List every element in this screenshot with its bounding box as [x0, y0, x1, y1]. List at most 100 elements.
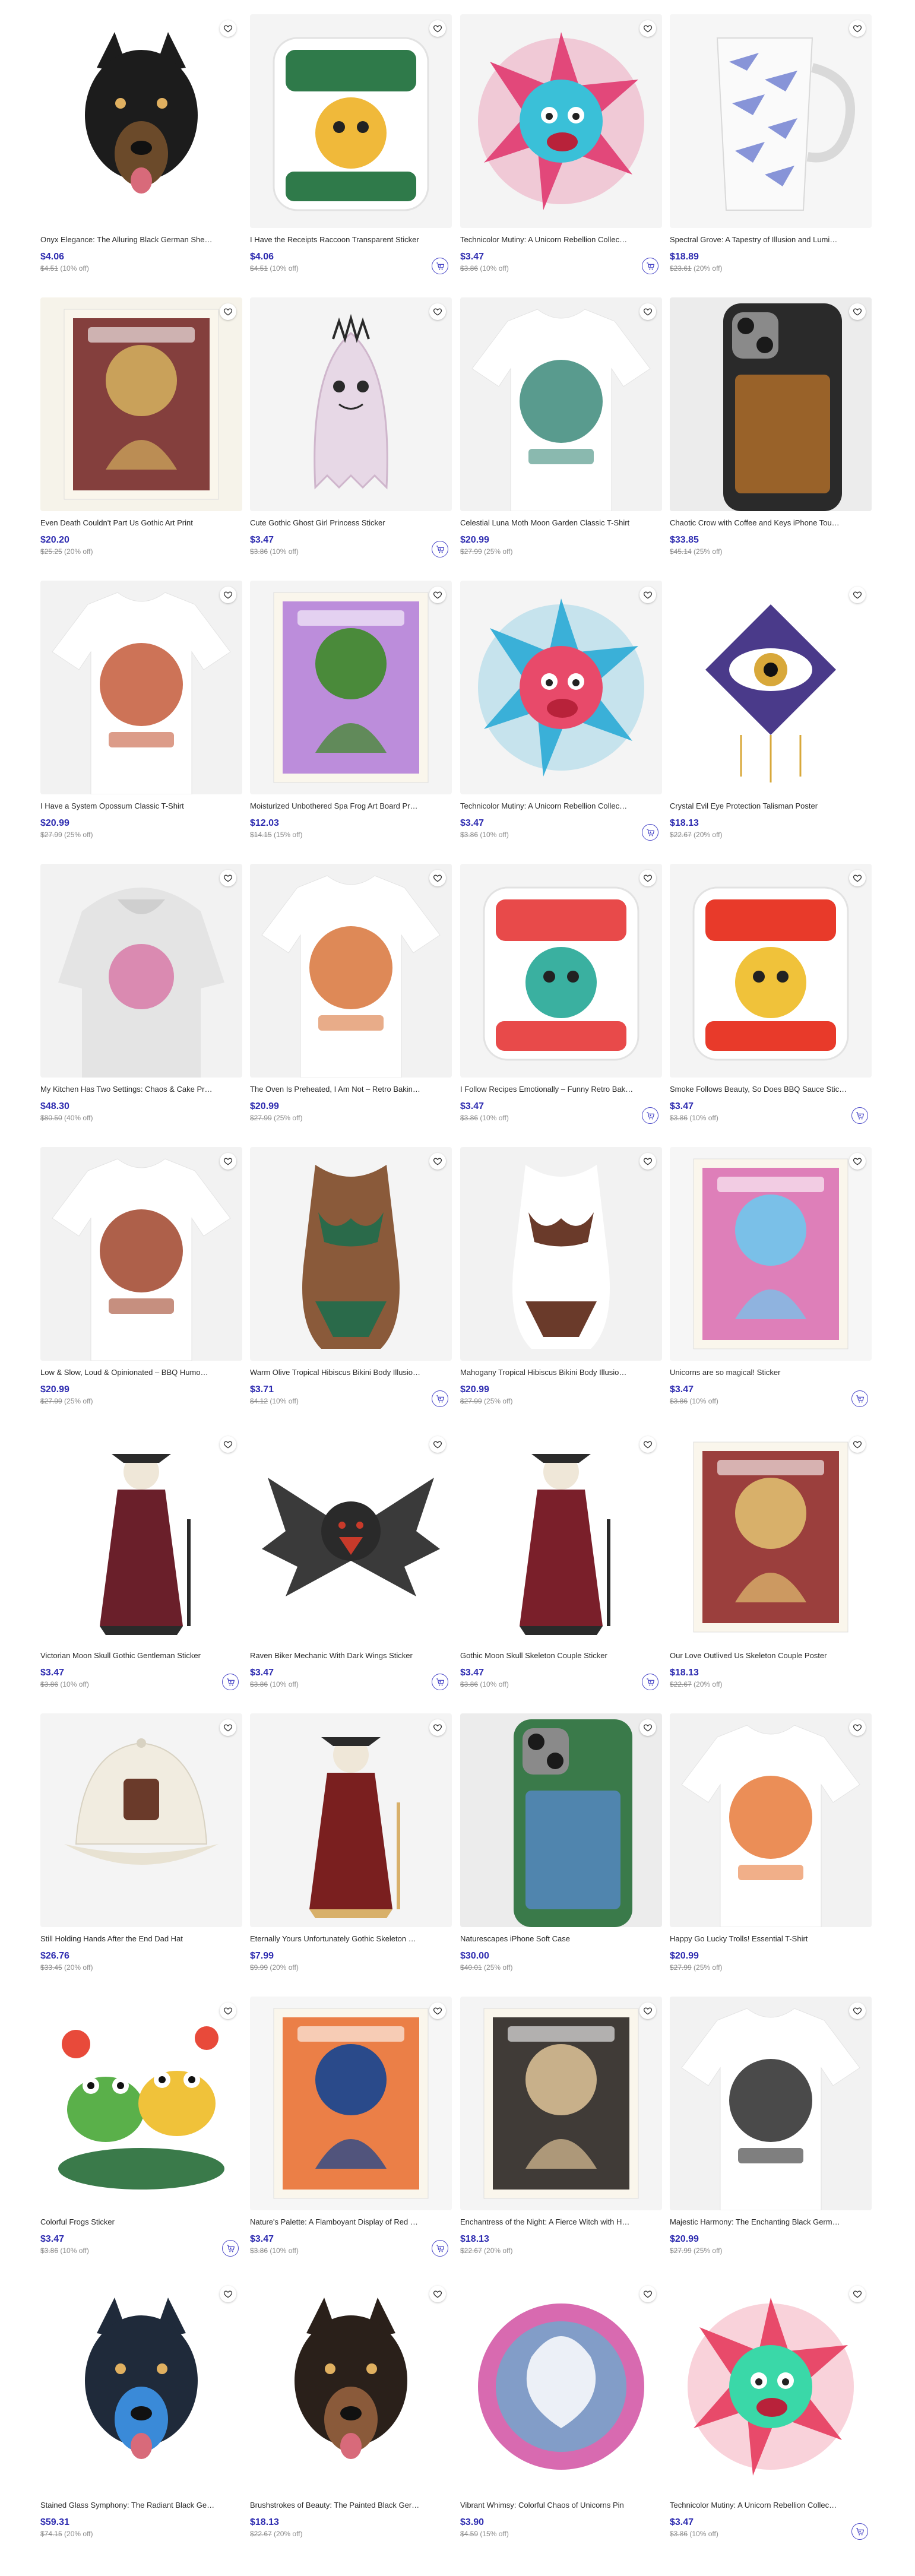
- favorite-heart-icon[interactable]: [639, 20, 656, 37]
- product-card[interactable]: The Oven Is Preheated, I Am Not – Retro …: [250, 864, 452, 1143]
- favorite-heart-icon[interactable]: [429, 2003, 446, 2019]
- product-title[interactable]: Moisturized Unbothered Spa Frog Art Boar…: [250, 801, 428, 811]
- product-image[interactable]: [40, 581, 242, 794]
- product-title[interactable]: Nature's Palette: A Flamboyant Display o…: [250, 2217, 428, 2227]
- product-image[interactable]: [460, 297, 662, 511]
- product-card[interactable]: Nature's Palette: A Flamboyant Display o…: [250, 1997, 452, 2276]
- product-title[interactable]: Spectral Grove: A Tapestry of Illusion a…: [670, 235, 848, 245]
- product-image[interactable]: [460, 14, 662, 228]
- favorite-heart-icon[interactable]: [849, 2286, 866, 2302]
- product-card[interactable]: Technicolor Mutiny: A Unicorn Rebellion …: [460, 14, 662, 293]
- product-image[interactable]: [670, 1713, 872, 1927]
- favorite-heart-icon[interactable]: [849, 1436, 866, 1453]
- product-card[interactable]: Vibrant Whimsy: Colorful Chaos of Unicor…: [460, 2280, 662, 2559]
- favorite-heart-icon[interactable]: [639, 587, 656, 603]
- product-title[interactable]: Raven Biker Mechanic With Dark Wings Sti…: [250, 1651, 428, 1661]
- product-title[interactable]: Smoke Follows Beauty, So Does BBQ Sauce …: [670, 1085, 848, 1094]
- favorite-heart-icon[interactable]: [220, 2286, 236, 2302]
- product-card[interactable]: Warm Olive Tropical Hibiscus Bikini Body…: [250, 1147, 452, 1426]
- product-card[interactable]: Happy Go Lucky Trolls! Essential T-Shirt…: [670, 1713, 872, 1992]
- product-card[interactable]: Unicorns are so magical! Sticker $3.47 $…: [670, 1147, 872, 1426]
- product-title[interactable]: The Oven Is Preheated, I Am Not – Retro …: [250, 1085, 428, 1094]
- product-card[interactable]: My Kitchen Has Two Settings: Chaos & Cak…: [40, 864, 242, 1143]
- product-title[interactable]: Stained Glass Symphony: The Radiant Blac…: [40, 2501, 219, 2510]
- product-image[interactable]: [670, 297, 872, 511]
- product-image[interactable]: [670, 2280, 872, 2493]
- product-card[interactable]: Smoke Follows Beauty, So Does BBQ Sauce …: [670, 864, 872, 1143]
- product-image[interactable]: [460, 1713, 662, 1927]
- favorite-heart-icon[interactable]: [220, 1719, 236, 1736]
- product-card[interactable]: Moisturized Unbothered Spa Frog Art Boar…: [250, 581, 452, 860]
- favorite-heart-icon[interactable]: [220, 1153, 236, 1170]
- favorite-heart-icon[interactable]: [429, 2286, 446, 2302]
- add-to-cart-icon[interactable]: [851, 1390, 868, 1407]
- product-title[interactable]: Mahogany Tropical Hibiscus Bikini Body I…: [460, 1368, 638, 1377]
- add-to-cart-icon[interactable]: [432, 1674, 448, 1690]
- product-image[interactable]: [250, 2280, 452, 2493]
- favorite-heart-icon[interactable]: [639, 1153, 656, 1170]
- product-image[interactable]: [250, 297, 452, 511]
- product-card[interactable]: Even Death Couldn't Part Us Gothic Art P…: [40, 297, 242, 576]
- favorite-heart-icon[interactable]: [639, 870, 656, 886]
- favorite-heart-icon[interactable]: [429, 1719, 446, 1736]
- product-title[interactable]: I Follow Recipes Emotionally – Funny Ret…: [460, 1085, 638, 1094]
- product-card[interactable]: Still Holding Hands After the End Dad Ha…: [40, 1713, 242, 1992]
- product-card[interactable]: Crystal Evil Eye Protection Talisman Pos…: [670, 581, 872, 860]
- favorite-heart-icon[interactable]: [220, 870, 236, 886]
- product-image[interactable]: [40, 297, 242, 511]
- product-image[interactable]: [670, 14, 872, 228]
- product-image[interactable]: [250, 1147, 452, 1361]
- product-card[interactable]: Naturescapes iPhone Soft Case $30.00 $40…: [460, 1713, 662, 1992]
- add-to-cart-icon[interactable]: [432, 541, 448, 557]
- product-title[interactable]: Brushstrokes of Beauty: The Painted Blac…: [250, 2501, 428, 2510]
- product-image[interactable]: [250, 1997, 452, 2210]
- add-to-cart-icon[interactable]: [222, 1674, 239, 1690]
- product-title[interactable]: Naturescapes iPhone Soft Case: [460, 1934, 638, 1944]
- product-card[interactable]: I Have a System Opossum Classic T-Shirt …: [40, 581, 242, 860]
- add-to-cart-icon[interactable]: [432, 2240, 448, 2257]
- favorite-heart-icon[interactable]: [849, 1153, 866, 1170]
- product-image[interactable]: [670, 1997, 872, 2210]
- add-to-cart-icon[interactable]: [222, 2240, 239, 2257]
- product-image[interactable]: [40, 2280, 242, 2493]
- product-card[interactable]: Our Love Outlived Us Skeleton Couple Pos…: [670, 1430, 872, 1709]
- product-card[interactable]: Stained Glass Symphony: The Radiant Blac…: [40, 2280, 242, 2559]
- product-card[interactable]: Enchantress of the Night: A Fierce Witch…: [460, 1997, 662, 2276]
- product-title[interactable]: Majestic Harmony: The Enchanting Black G…: [670, 2217, 848, 2227]
- product-title[interactable]: Celestial Luna Moth Moon Garden Classic …: [460, 518, 638, 528]
- product-image[interactable]: [670, 1430, 872, 1644]
- product-image[interactable]: [40, 864, 242, 1078]
- add-to-cart-icon[interactable]: [642, 1674, 658, 1690]
- product-title[interactable]: I Have the Receipts Raccoon Transparent …: [250, 235, 428, 245]
- product-image[interactable]: [460, 581, 662, 794]
- favorite-heart-icon[interactable]: [220, 1436, 236, 1453]
- product-card[interactable]: Technicolor Mutiny: A Unicorn Rebellion …: [670, 2280, 872, 2559]
- product-title[interactable]: Eternally Yours Unfortunately Gothic Ske…: [250, 1934, 428, 1944]
- product-title[interactable]: Still Holding Hands After the End Dad Ha…: [40, 1934, 219, 1944]
- favorite-heart-icon[interactable]: [429, 1436, 446, 1453]
- product-card[interactable]: Onyx Elegance: The Alluring Black German…: [40, 14, 242, 293]
- favorite-heart-icon[interactable]: [849, 1719, 866, 1736]
- product-card[interactable]: I Follow Recipes Emotionally – Funny Ret…: [460, 864, 662, 1143]
- product-image[interactable]: [670, 864, 872, 1078]
- product-title[interactable]: Gothic Moon Skull Skeleton Couple Sticke…: [460, 1651, 638, 1661]
- product-title[interactable]: Victorian Moon Skull Gothic Gentleman St…: [40, 1651, 219, 1661]
- product-card[interactable]: Raven Biker Mechanic With Dark Wings Sti…: [250, 1430, 452, 1709]
- product-card[interactable]: Technicolor Mutiny: A Unicorn Rebellion …: [460, 581, 662, 860]
- favorite-heart-icon[interactable]: [639, 1436, 656, 1453]
- product-card[interactable]: I Have the Receipts Raccoon Transparent …: [250, 14, 452, 293]
- product-title[interactable]: Technicolor Mutiny: A Unicorn Rebellion …: [670, 2501, 848, 2510]
- product-image[interactable]: [460, 1997, 662, 2210]
- product-title[interactable]: Our Love Outlived Us Skeleton Couple Pos…: [670, 1651, 848, 1661]
- product-title[interactable]: Cute Gothic Ghost Girl Princess Sticker: [250, 518, 428, 528]
- product-image[interactable]: [460, 864, 662, 1078]
- add-to-cart-icon[interactable]: [851, 2523, 868, 2540]
- product-title[interactable]: My Kitchen Has Two Settings: Chaos & Cak…: [40, 1085, 219, 1094]
- product-title[interactable]: Unicorns are so magical! Sticker: [670, 1368, 848, 1377]
- product-title[interactable]: Technicolor Mutiny: A Unicorn Rebellion …: [460, 235, 638, 245]
- product-image[interactable]: [40, 1147, 242, 1361]
- product-title[interactable]: I Have a System Opossum Classic T-Shirt: [40, 801, 219, 811]
- product-image[interactable]: [670, 581, 872, 794]
- add-to-cart-icon[interactable]: [432, 1390, 448, 1407]
- product-title[interactable]: Colorful Frogs Sticker: [40, 2217, 219, 2227]
